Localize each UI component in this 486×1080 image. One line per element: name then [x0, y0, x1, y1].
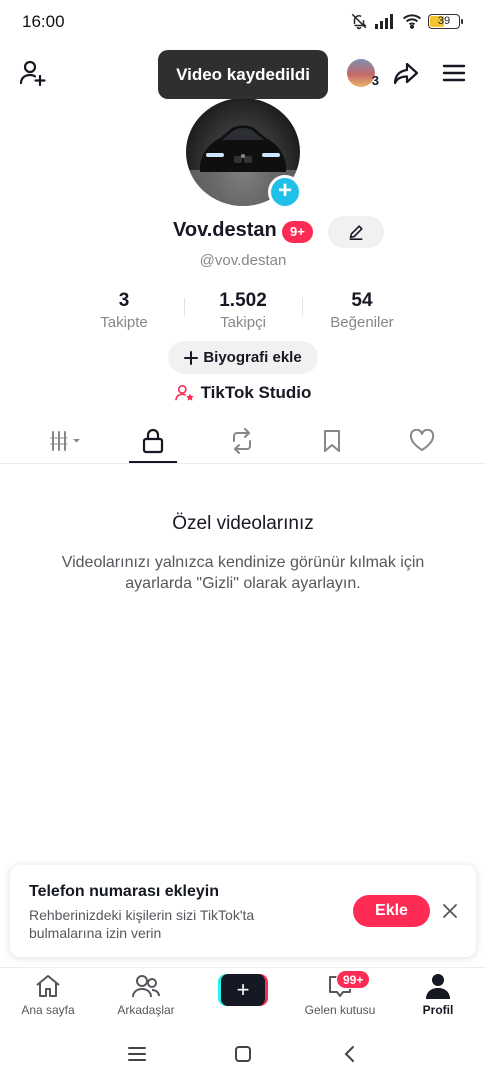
tiktok-studio-link[interactable]: TikTok Studio: [0, 383, 486, 403]
edit-profile-button[interactable]: [328, 216, 384, 248]
create-plus-icon: +: [221, 974, 265, 1006]
inbox-badge: 99+: [336, 970, 371, 989]
stat-likes-value: 54: [351, 290, 373, 311]
menu-button[interactable]: [437, 56, 471, 90]
name-badge[interactable]: 9+: [282, 221, 313, 243]
signal-icon: [375, 14, 393, 29]
add-phone-card: Telefon numarası ekleyin Rehberinizdeki …: [10, 865, 476, 957]
square-home-icon: [235, 1046, 251, 1062]
heart-icon: [409, 429, 435, 451]
create-button[interactable]: +: [218, 974, 268, 1006]
add-bio-label: Biyografi ekle: [203, 349, 302, 366]
nav-profile[interactable]: Profil: [390, 972, 486, 1024]
add-bio-button[interactable]: Biyografi ekle: [168, 341, 318, 374]
nav-profile-label: Profil: [422, 1003, 454, 1017]
add-friend-icon: [19, 60, 46, 87]
friends-icon: [132, 975, 160, 998]
name-row: Vov.destan 9+: [0, 216, 486, 248]
display-name: Vov.destan: [173, 219, 277, 241]
add-phone-button[interactable]: Ekle: [353, 895, 430, 927]
pencil-icon: [349, 225, 363, 241]
status-bar: 16:00 39: [0, 0, 486, 44]
home-system-button[interactable]: [226, 1040, 260, 1068]
story-count: 3: [371, 73, 379, 88]
tab-liked[interactable]: [382, 418, 462, 464]
nav-home[interactable]: Ana sayfa: [0, 972, 96, 1024]
profile-stats: 3 Takipte 1.502 Takipçi 54 Beğeniler: [0, 290, 486, 334]
close-icon: [443, 904, 457, 918]
stat-following[interactable]: 3 Takipte: [64, 290, 184, 331]
back-button[interactable]: [332, 1040, 366, 1068]
back-chevron-icon: [344, 1046, 354, 1062]
add-phone-description: Rehberinizdeki kişilerin sizi TikTok'ta …: [29, 907, 255, 941]
home-icon: [36, 975, 60, 997]
studio-user-icon: [174, 384, 194, 401]
status-icons: 39: [350, 12, 463, 30]
tab-private[interactable]: [113, 418, 193, 464]
username-handle: @vov.destan: [199, 252, 287, 269]
stat-followers-value: 1.502: [219, 290, 267, 311]
grid-filter-icon: [50, 431, 80, 451]
nav-friends[interactable]: Arkadaşlar: [98, 972, 194, 1024]
nav-inbox-label: Gelen kutusu: [304, 1003, 376, 1017]
battery-icon: 39: [428, 13, 463, 29]
tab-videos[interactable]: [27, 418, 107, 464]
bell-off-icon: [351, 13, 367, 30]
battery-level: 39: [437, 14, 451, 27]
empty-state-description: Videolarınızı yalnızca kendinize görünür…: [61, 554, 425, 592]
system-nav-bar: [0, 1028, 486, 1080]
dismiss-card-button[interactable]: [440, 901, 460, 921]
stat-following-value: 3: [118, 290, 130, 311]
story-avatar-button[interactable]: 3: [343, 56, 379, 90]
bookmark-icon: [324, 430, 340, 452]
share-icon: [393, 62, 419, 85]
stat-likes-label: Beğeniler: [330, 314, 394, 331]
recent-apps-icon: [128, 1047, 146, 1061]
repost-icon: [233, 428, 251, 454]
lock-icon: [142, 428, 164, 454]
empty-state-title: Özel videolarınız: [172, 513, 314, 534]
toast-message: Video kaydedildi: [158, 50, 328, 99]
stat-followers-label: Takipçi: [220, 314, 266, 331]
add-phone-title: Telefon numarası ekleyin: [29, 883, 219, 900]
profile-tabs: [0, 418, 486, 464]
tab-reposts[interactable]: [202, 418, 282, 464]
wifi-icon: [403, 14, 421, 29]
nav-home-label: Ana sayfa: [21, 1003, 75, 1017]
plus-icon: [184, 350, 199, 365]
menu-icon: [442, 64, 466, 82]
tab-favorites[interactable]: [292, 418, 372, 464]
recent-apps-button[interactable]: [120, 1040, 154, 1068]
add-story-button[interactable]: +: [268, 175, 302, 209]
share-profile-button[interactable]: [389, 56, 423, 90]
profile-icon: [426, 974, 450, 999]
add-friend-button[interactable]: [16, 56, 50, 90]
stat-likes[interactable]: 54 Beğeniler: [302, 290, 422, 331]
nav-friends-label: Arkadaşlar: [117, 1003, 175, 1017]
status-time: 16:00: [22, 12, 65, 31]
bottom-nav: Ana sayfa Arkadaşlar + Gelen kutusu 99+ …: [0, 967, 486, 1025]
active-tab-indicator: [129, 461, 177, 463]
stat-followers[interactable]: 1.502 Takipçi: [183, 290, 303, 331]
stat-following-label: Takipte: [100, 314, 148, 331]
studio-label: TikTok Studio: [200, 383, 312, 402]
